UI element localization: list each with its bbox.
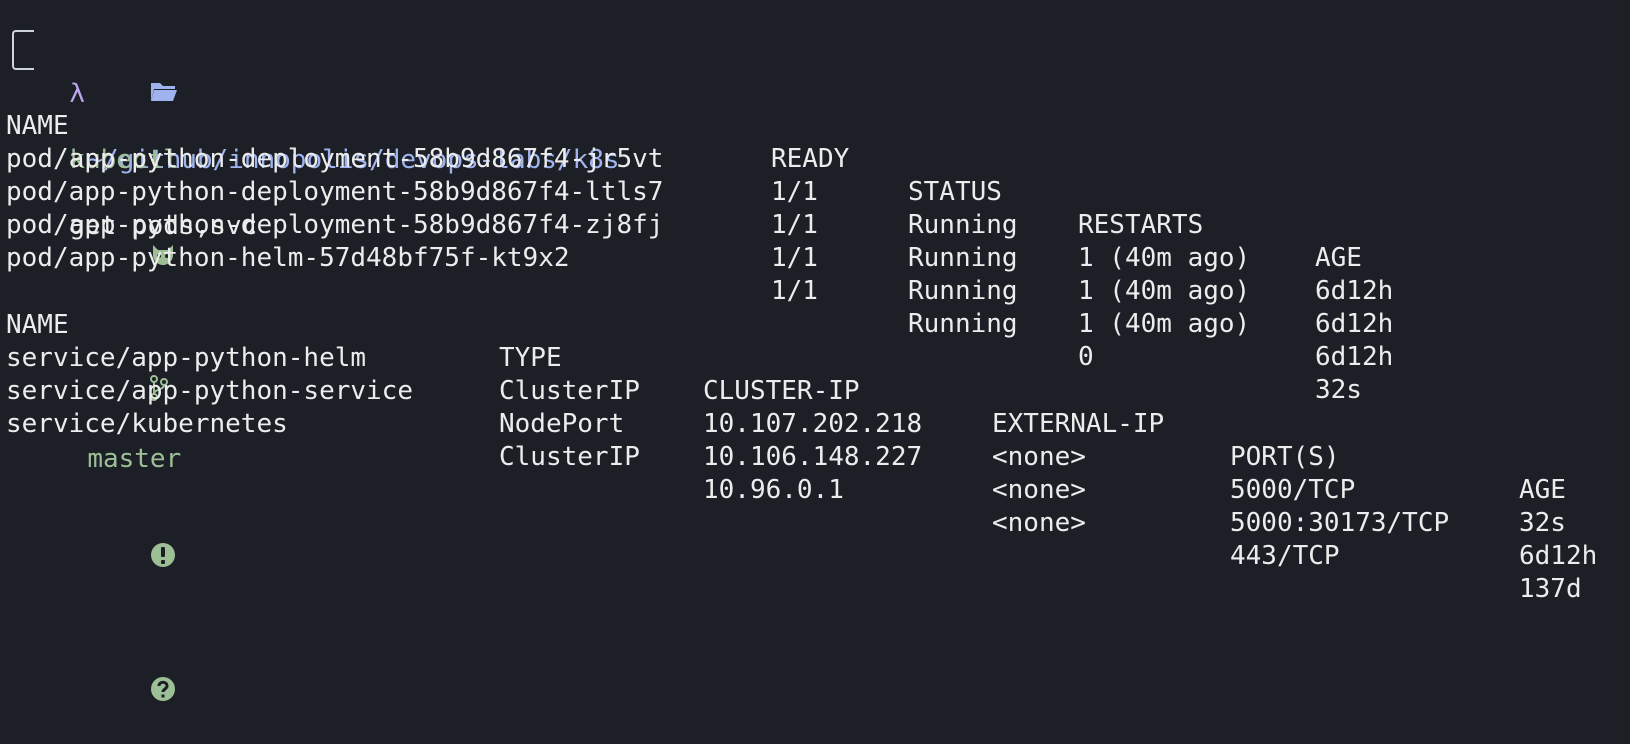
pod-restarts: 1 (40m ago) <box>1078 309 1251 339</box>
table-row: pod/app-python-deployment-58b9d867f4-zj8… <box>6 176 1393 372</box>
pod-name: pod/app-python-deployment-58b9d867f4-ltl… <box>6 177 664 207</box>
pod-age: 6d12h <box>1315 276 1394 306</box>
services-header-row: NAME TYPE CLUSTER-IP EXTERNAL-IP PORT(S)… <box>6 276 1566 505</box>
pod-age: 6d12h <box>1315 309 1394 339</box>
pods-header-status: STATUS <box>908 177 1002 207</box>
table-row: service/kubernetes ClusterIP 10.96.0.1 <… <box>6 375 1582 604</box>
prompt-bracket <box>12 30 34 70</box>
svc-header-external-ip: EXTERNAL-IP <box>992 409 1165 439</box>
pod-restarts: 1 (40m ago) <box>1078 243 1251 273</box>
pods-header-restarts: RESTARTS <box>1078 210 1204 240</box>
pods-header-age: AGE <box>1315 243 1362 273</box>
svc-cluster-ip: 10.106.148.227 <box>703 442 923 472</box>
svc-header-age: AGE <box>1519 475 1566 505</box>
pod-restarts: 1 (40m ago) <box>1078 276 1251 306</box>
pod-name: pod/app-python-deployment-58b9d867f4-jr5… <box>6 144 664 174</box>
pod-status: Running <box>908 309 1018 339</box>
git-branch-name: master <box>87 444 182 474</box>
pod-ready: 1/1 <box>771 276 818 306</box>
pods-header-ready: READY <box>771 144 850 174</box>
pod-ready: 1/1 <box>771 177 818 207</box>
pod-status: Running <box>908 243 1018 273</box>
svc-name: service/kubernetes <box>6 409 288 439</box>
pod-ready: 1/1 <box>771 210 818 240</box>
exclamation-icon <box>87 509 176 610</box>
svc-cluster-ip: 10.107.202.218 <box>703 409 923 439</box>
table-row: service/app-python-helm ClusterIP 10.107… <box>6 309 1566 538</box>
lambda-prompt: λ <box>69 79 85 109</box>
svc-external-ip: <none> <box>992 475 1086 505</box>
svc-age: 32s <box>1519 508 1566 538</box>
svc-header-type: TYPE <box>499 343 562 373</box>
svc-ports: 5000/TCP <box>1230 475 1356 505</box>
pod-name: pod/app-python-helm-57d48bf75f-kt9x2 <box>6 243 570 273</box>
pod-ready: 1/1 <box>771 243 818 273</box>
table-row: pod/app-python-helm-57d48bf75f-kt9x2 1/1… <box>6 209 1362 405</box>
table-row: service/app-python-service NodePort 10.1… <box>6 342 1597 571</box>
pod-age: 32s <box>1315 375 1362 405</box>
table-row: pod/app-python-deployment-58b9d867f4-jr5… <box>6 110 1393 306</box>
svc-age: 6d12h <box>1519 541 1598 571</box>
command-line: λ kubectl get pods,svc <box>38 45 257 241</box>
svc-type: ClusterIP <box>499 376 640 406</box>
svc-ports: 443/TCP <box>1230 541 1340 571</box>
prompt-line: ~/github/innopolis/devops-labs/k8s maste… <box>56 12 620 701</box>
svc-header-ports: PORT(S) <box>1230 442 1340 472</box>
pod-age: 6d12h <box>1315 342 1394 372</box>
pod-restarts: 0 <box>1078 342 1094 372</box>
svc-cluster-ip: 10.96.0.1 <box>703 475 844 505</box>
svc-type: ClusterIP <box>499 442 640 472</box>
table-row: pod/app-python-deployment-58b9d867f4-ltl… <box>6 143 1393 339</box>
pod-name: pod/app-python-deployment-58b9d867f4-zj8… <box>6 210 664 240</box>
svc-ports: 5000:30173/TCP <box>1230 508 1450 538</box>
svc-external-ip: <none> <box>992 508 1086 538</box>
pods-header-row: NAME READY STATUS RESTARTS AGE <box>6 77 1362 273</box>
svc-age: 137d <box>1519 574 1582 604</box>
question-icon <box>87 643 176 744</box>
pod-status: Running <box>908 210 1018 240</box>
svc-external-ip: <none> <box>992 442 1086 472</box>
svc-type: NodePort <box>499 409 625 439</box>
pod-status: Running <box>908 276 1018 306</box>
svc-header-cluster-ip: CLUSTER-IP <box>703 376 860 406</box>
